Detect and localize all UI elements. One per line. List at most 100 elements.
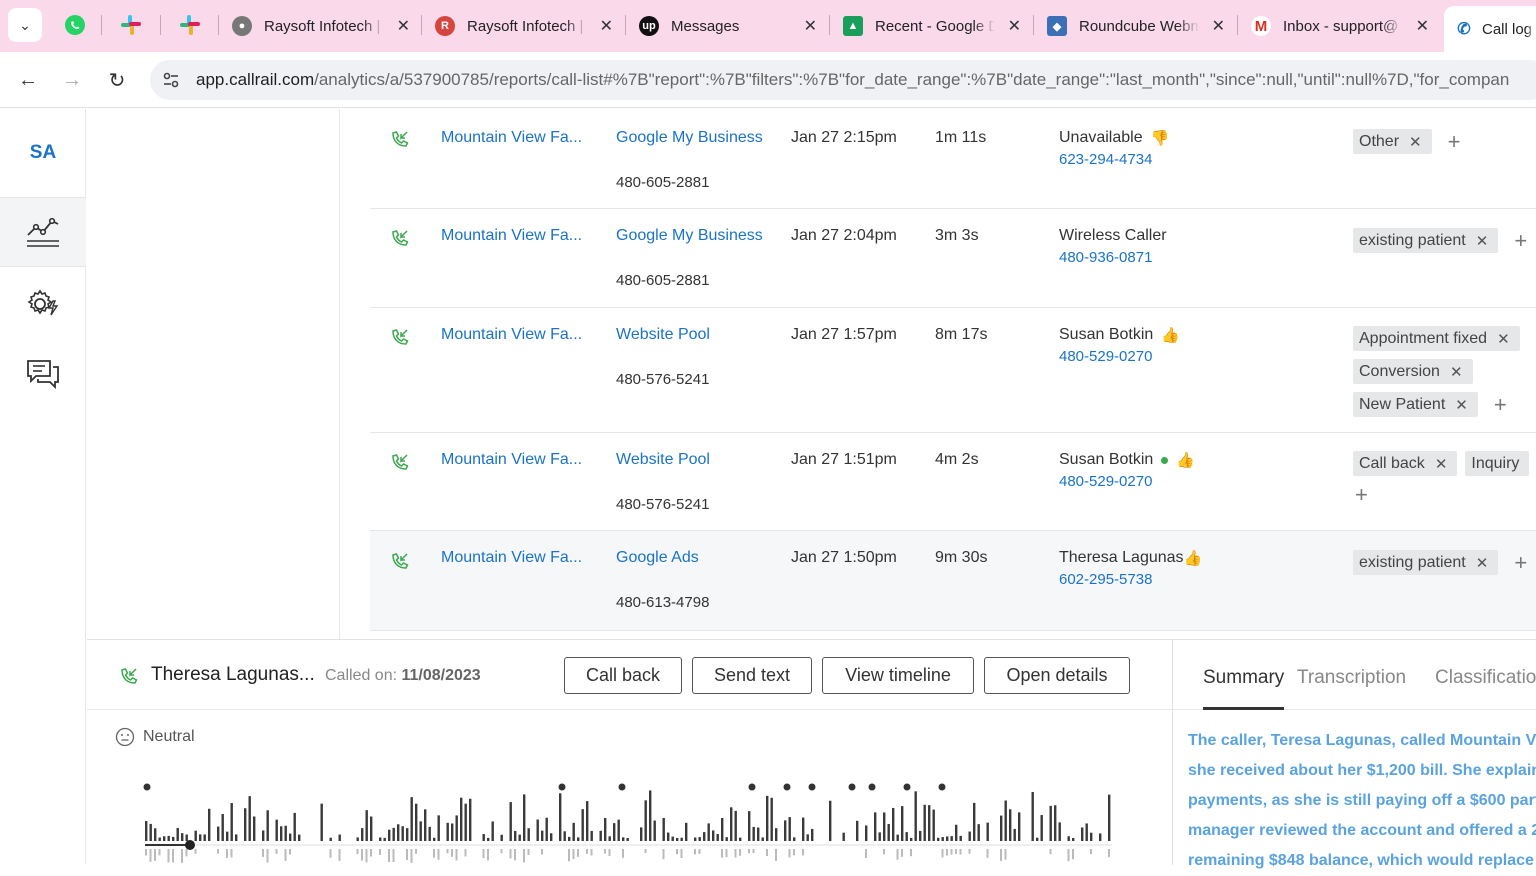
thumbs-up-icon[interactable]: 👍 — [1184, 549, 1203, 567]
tab-messages[interactable]: up Messages ✕ — [629, 8, 825, 44]
tab-raysoft-1[interactable]: ● Raysoft Infotech | ✕ — [222, 8, 418, 44]
caller-phone-link[interactable]: 480-936-0871 — [1059, 249, 1152, 266]
neutral-face-icon — [115, 727, 135, 747]
table-row[interactable]: Mountain View Fa... Google My Business 4… — [370, 109, 1536, 209]
pinned-tab-slack[interactable] — [116, 10, 146, 40]
view-timeline-button[interactable]: View timeline — [822, 657, 974, 694]
tag-label: Appointment fixed — [1359, 329, 1488, 347]
close-icon[interactable]: ✕ — [397, 16, 410, 36]
add-tag-button[interactable]: + — [1514, 228, 1527, 253]
analytics-icon — [27, 217, 59, 247]
caller-phone-link[interactable]: 480-529-0270 — [1059, 473, 1152, 490]
thumbs-up-icon[interactable]: 👍 — [1176, 451, 1195, 469]
company-link[interactable]: Mountain View Fa... — [441, 549, 591, 567]
call-date: Jan 27 1:51pm — [791, 451, 897, 468]
caller-phone-link[interactable]: 602-295-5738 — [1059, 571, 1152, 588]
pinned-tab-whatsapp[interactable] — [60, 10, 90, 40]
company-link[interactable]: Mountain View Fa... — [441, 451, 591, 469]
back-button[interactable]: ← — [14, 66, 42, 94]
open-details-button[interactable]: Open details — [984, 657, 1130, 694]
tab-transcription[interactable]: Transcription — [1297, 667, 1406, 689]
source-link[interactable]: Google My Business — [616, 227, 763, 245]
tab-gmail[interactable]: M Inbox - support@ ✕ — [1241, 8, 1437, 44]
tab-google-drive[interactable]: ▲ Recent - Google D ✕ — [833, 8, 1029, 44]
close-icon[interactable]: ✕ — [600, 16, 613, 36]
sidebar-item-conversations[interactable] — [0, 339, 86, 409]
tab-summary[interactable]: Summary — [1203, 667, 1285, 710]
forward-button[interactable]: → — [58, 66, 86, 94]
table-row[interactable]: Mountain View Fa... Website Pool 480-576… — [370, 308, 1536, 433]
tab-search-button[interactable]: ⌄ — [8, 8, 42, 42]
source-link[interactable]: Website Pool — [616, 451, 710, 469]
company-link[interactable]: Mountain View Fa... — [441, 326, 591, 344]
close-icon[interactable]: ✕ — [1416, 16, 1429, 36]
tab-title: Raysoft Infotech | — [264, 17, 381, 35]
add-tag-button[interactable]: + — [1355, 484, 1368, 506]
summary-line: she received about her $1,200 bill. She … — [1188, 762, 1536, 779]
account-initials[interactable]: SA — [0, 109, 86, 197]
tag-label: existing patient — [1359, 553, 1466, 571]
tracking-number: 480-576-5241 — [616, 496, 710, 513]
add-tag-button[interactable]: + — [1514, 550, 1527, 575]
tracking-number: 480-613-4798 — [616, 594, 710, 611]
inbound-call-icon — [392, 230, 409, 246]
tag-label: Conversion — [1359, 362, 1440, 380]
sidebar-item-analytics[interactable] — [0, 197, 86, 267]
tag-chip: Conversion ✕ — [1353, 359, 1473, 384]
send-text-button[interactable]: Send text — [692, 657, 812, 694]
called-on-date: 11/08/2023 — [401, 667, 481, 684]
playhead-handle[interactable] — [185, 840, 195, 850]
caller-name: Unavailable — [1059, 129, 1143, 146]
source-link[interactable]: Website Pool — [616, 326, 710, 344]
caller-phone-link[interactable]: 623-294-4734 — [1059, 151, 1152, 168]
remove-tag-icon[interactable]: ✕ — [1476, 232, 1489, 250]
tab-roundcube[interactable]: ◆ Roundcube Webm ✕ — [1037, 8, 1233, 44]
tab-raysoft-2[interactable]: R Raysoft Infotech | ✕ — [425, 8, 621, 44]
company-link[interactable]: Mountain View Fa... — [441, 227, 591, 245]
caller-phone-link[interactable]: 480-529-0270 — [1059, 348, 1152, 365]
table-row-selected[interactable]: Mountain View Fa... Google Ads 480-613-4… — [370, 531, 1536, 631]
summary-line: manager reviewed the account and offered… — [1188, 822, 1536, 839]
sidebar-item-settings[interactable] — [0, 269, 86, 339]
site-settings-icon[interactable] — [162, 71, 180, 89]
remove-tag-icon[interactable]: ✕ — [1409, 133, 1422, 151]
insight-tabs: Summary Transcription Classification — [1173, 640, 1536, 710]
table-row[interactable]: Mountain View Fa... Website Pool 480-576… — [370, 433, 1536, 531]
tag-chip: Appointment fixed ✕ — [1353, 326, 1520, 351]
remove-tag-icon[interactable]: ✕ — [1455, 396, 1468, 414]
company-link[interactable]: Mountain View Fa... — [441, 129, 591, 147]
call-back-button[interactable]: Call back — [564, 657, 682, 694]
settings-automation-icon — [27, 289, 59, 316]
tab-call-log[interactable]: ✆ Call log — [1444, 6, 1536, 52]
tab-classification[interactable]: Classification — [1435, 667, 1536, 689]
remove-tag-icon[interactable]: ✕ — [1435, 455, 1448, 473]
tracking-number: 480-605-2881 — [616, 272, 710, 289]
close-icon[interactable]: ✕ — [1212, 16, 1225, 36]
thumbs-down-icon[interactable]: 👎 — [1151, 129, 1170, 147]
remove-tag-icon[interactable]: ✕ — [1450, 363, 1463, 381]
call-duration: 4m 2s — [935, 451, 979, 468]
table-row[interactable]: Mountain View Fa... Google My Business 4… — [370, 209, 1536, 308]
summary-line: remaining $848 balance, which would repl… — [1188, 852, 1534, 869]
source-link[interactable]: Google My Business — [616, 129, 763, 147]
inbound-call-icon — [392, 329, 409, 345]
source-link[interactable]: Google Ads — [616, 549, 699, 567]
add-tag-button[interactable]: + — [1494, 392, 1507, 417]
summary-line: The caller, Teresa Lagunas, called Mount… — [1188, 732, 1536, 749]
tag-list: existing patient ✕ + — [1353, 550, 1536, 575]
conversations-icon — [27, 360, 59, 390]
remove-tag-icon[interactable]: ✕ — [1476, 554, 1489, 572]
call-waveform[interactable] — [137, 775, 1117, 865]
report-filter-gutter — [87, 109, 340, 639]
reload-button[interactable]: ↻ — [103, 66, 131, 94]
pinned-tab-slack-2[interactable] — [175, 10, 205, 40]
tab-title: Recent - Google D — [875, 17, 995, 35]
thumbs-up-icon[interactable]: 👍 — [1161, 326, 1180, 344]
remove-tag-icon[interactable]: ✕ — [1497, 330, 1510, 348]
close-icon[interactable]: ✕ — [1008, 16, 1021, 36]
sentiment-label: Neutral — [143, 728, 195, 745]
close-icon[interactable]: ✕ — [804, 16, 817, 36]
address-bar[interactable]: app.callrail.com/analytics/a/537900785/r… — [150, 60, 1536, 100]
chevron-down-icon: ⌄ — [19, 16, 31, 33]
add-tag-button[interactable]: + — [1448, 129, 1461, 154]
